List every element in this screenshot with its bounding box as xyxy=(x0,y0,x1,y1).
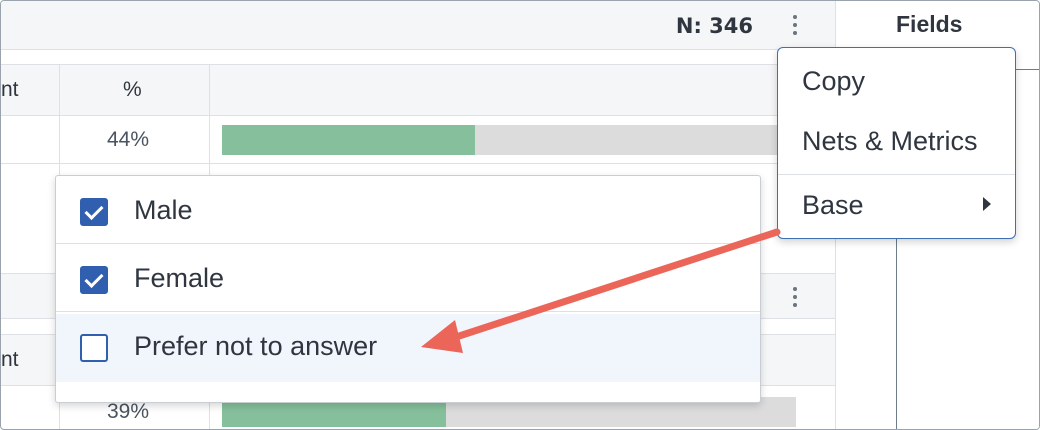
column-header-count: nt xyxy=(1,78,19,101)
menu-item-copy[interactable]: Copy xyxy=(778,52,1015,110)
base-option-label: Male xyxy=(134,195,193,225)
sample-size-count: N: 346 xyxy=(675,14,753,38)
base-option-label: Prefer not to answer xyxy=(134,331,378,361)
base-option-male[interactable]: Male xyxy=(56,178,760,244)
panel-options-icon[interactable] xyxy=(791,15,799,35)
caret-right-icon xyxy=(983,197,991,211)
row-divider xyxy=(1,163,835,164)
base-option-prefer-not-to-answer[interactable]: Prefer not to answer xyxy=(56,314,760,382)
base-option-label: Female xyxy=(134,263,225,293)
menu-item-base[interactable]: Base xyxy=(778,176,1015,234)
row-percent-value: 44% xyxy=(107,128,150,151)
section-options-icon[interactable] xyxy=(791,287,799,307)
column-header-count: nt xyxy=(1,348,19,371)
checkbox-checked-icon[interactable] xyxy=(80,198,108,226)
column-header-percent: % xyxy=(123,78,142,101)
percent-bar-track xyxy=(222,125,796,155)
menu-item-label: Copy xyxy=(802,65,866,96)
menu-item-nets-metrics[interactable]: Nets & Metrics xyxy=(778,112,1015,170)
checkbox-checked-icon[interactable] xyxy=(80,266,108,294)
percent-bar-fill xyxy=(222,125,475,155)
base-submenu: Male Female Prefer not to answer xyxy=(55,175,761,403)
menu-divider xyxy=(778,174,1015,175)
menu-item-label: Nets & Metrics xyxy=(802,125,978,156)
fields-panel-title: Fields xyxy=(896,11,963,37)
row-percent-value: 39% xyxy=(107,400,150,423)
results-panel-header: N: 346 xyxy=(1,1,835,50)
checkbox-unchecked-icon[interactable] xyxy=(80,334,108,362)
menu-item-label: Base xyxy=(802,189,864,220)
base-option-female[interactable]: Female xyxy=(56,246,760,312)
app-frame: N: 346 nt % 44% nt 39% Fields Copy Nets … xyxy=(0,0,1040,430)
context-menu: Copy Nets & Metrics Base xyxy=(777,47,1016,239)
